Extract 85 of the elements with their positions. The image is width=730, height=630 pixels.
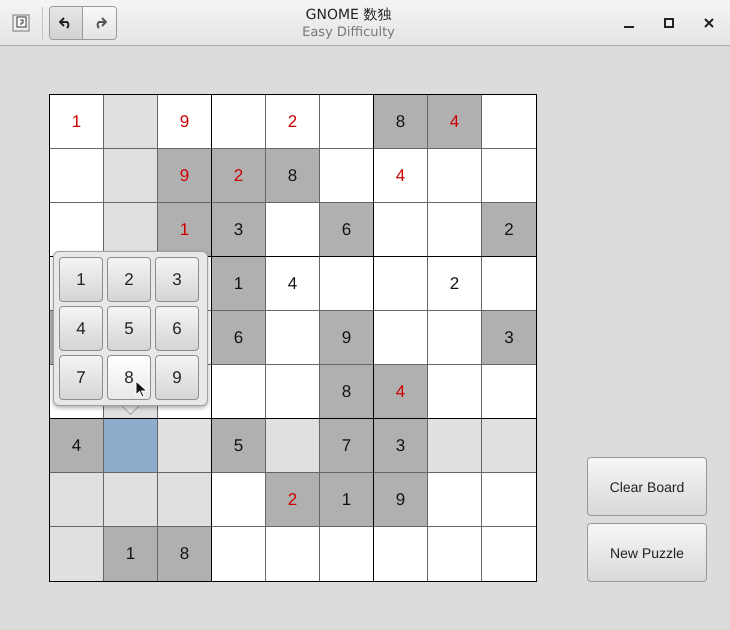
number-button[interactable]: 4: [59, 306, 103, 351]
board-cell[interactable]: [482, 257, 536, 311]
board-cell[interactable]: 8: [266, 149, 320, 203]
board-cell[interactable]: 8: [374, 95, 428, 149]
board-cell[interactable]: 7: [320, 419, 374, 473]
board-cell[interactable]: [374, 203, 428, 257]
board-cell[interactable]: [482, 95, 536, 149]
board-cell[interactable]: [428, 527, 482, 581]
board-cell[interactable]: [212, 527, 266, 581]
board-cell[interactable]: [104, 473, 158, 527]
board-cell[interactable]: 8: [320, 365, 374, 419]
board-cell[interactable]: [266, 527, 320, 581]
board-cell[interactable]: [50, 149, 104, 203]
board-cell[interactable]: 2: [266, 95, 320, 149]
board-cell[interactable]: [158, 473, 212, 527]
board-cell[interactable]: 4: [374, 149, 428, 203]
board-cell[interactable]: [428, 203, 482, 257]
board-cell[interactable]: [374, 311, 428, 365]
board-cell[interactable]: [428, 149, 482, 203]
board-cell[interactable]: [212, 95, 266, 149]
board-cell[interactable]: 3: [482, 311, 536, 365]
number-button[interactable]: 1: [59, 257, 103, 302]
board-cell[interactable]: 1: [320, 473, 374, 527]
board-cell[interactable]: 9: [158, 95, 212, 149]
board-cell[interactable]: 6: [212, 311, 266, 365]
board-cell[interactable]: 6: [320, 203, 374, 257]
board-cell[interactable]: [266, 311, 320, 365]
board-cell[interactable]: [482, 365, 536, 419]
number-button[interactable]: 7: [59, 355, 103, 400]
window-title: GNOME 数独: [306, 6, 392, 24]
app-icon[interactable]: [12, 14, 30, 32]
board-cell[interactable]: [428, 473, 482, 527]
new-puzzle-button[interactable]: New Puzzle: [587, 523, 707, 582]
clear-board-button[interactable]: Clear Board: [587, 457, 707, 516]
selected-cell[interactable]: [104, 419, 158, 473]
board-cell[interactable]: [266, 365, 320, 419]
board-cell[interactable]: 4: [266, 257, 320, 311]
board-cell[interactable]: [320, 149, 374, 203]
redo-button[interactable]: [83, 6, 116, 38]
board-cell[interactable]: [374, 257, 428, 311]
board-cell[interactable]: [482, 419, 536, 473]
board-cell[interactable]: [428, 419, 482, 473]
board-cell[interactable]: [266, 419, 320, 473]
number-button[interactable]: 5: [107, 306, 151, 351]
number-button[interactable]: 9: [155, 355, 199, 400]
board-cell[interactable]: 1: [212, 257, 266, 311]
board-cell[interactable]: [212, 473, 266, 527]
mouse-pointer-icon: [135, 380, 147, 398]
board-cell[interactable]: 1: [50, 95, 104, 149]
number-button[interactable]: 8: [107, 355, 151, 400]
board-cell[interactable]: 2: [482, 203, 536, 257]
close-icon: [704, 18, 714, 28]
board-cell[interactable]: 4: [50, 419, 104, 473]
board-cell[interactable]: [320, 527, 374, 581]
board-cell[interactable]: [320, 257, 374, 311]
board-cell[interactable]: [50, 527, 104, 581]
window-subtitle: Easy Difficulty: [302, 24, 395, 40]
board-cell[interactable]: 5: [212, 419, 266, 473]
board-cell[interactable]: [320, 95, 374, 149]
board-cell[interactable]: 9: [374, 473, 428, 527]
minimize-icon: [624, 26, 634, 28]
board-cell[interactable]: [428, 311, 482, 365]
board-cell[interactable]: [428, 365, 482, 419]
board-cell[interactable]: 1: [104, 527, 158, 581]
undo-button[interactable]: [50, 6, 83, 38]
board-cell[interactable]: 9: [320, 311, 374, 365]
board-cell[interactable]: [374, 527, 428, 581]
board-cell[interactable]: [266, 203, 320, 257]
number-button[interactable]: 6: [155, 306, 199, 351]
board-cell[interactable]: 3: [212, 203, 266, 257]
board-cell[interactable]: [104, 95, 158, 149]
board-cell[interactable]: 2: [428, 257, 482, 311]
number-button[interactable]: 2: [107, 257, 151, 302]
board-cell[interactable]: [104, 149, 158, 203]
board-cell[interactable]: [212, 365, 266, 419]
board-cell[interactable]: [50, 473, 104, 527]
board-cell[interactable]: 8: [158, 527, 212, 581]
board-cell[interactable]: [158, 419, 212, 473]
board-cell[interactable]: [50, 203, 104, 257]
board-cell[interactable]: 3: [374, 419, 428, 473]
maximize-icon: [664, 18, 674, 28]
board-cell[interactable]: [482, 473, 536, 527]
board-cell[interactable]: [482, 149, 536, 203]
board-cell[interactable]: [482, 527, 536, 581]
number-button[interactable]: 3: [155, 257, 199, 302]
